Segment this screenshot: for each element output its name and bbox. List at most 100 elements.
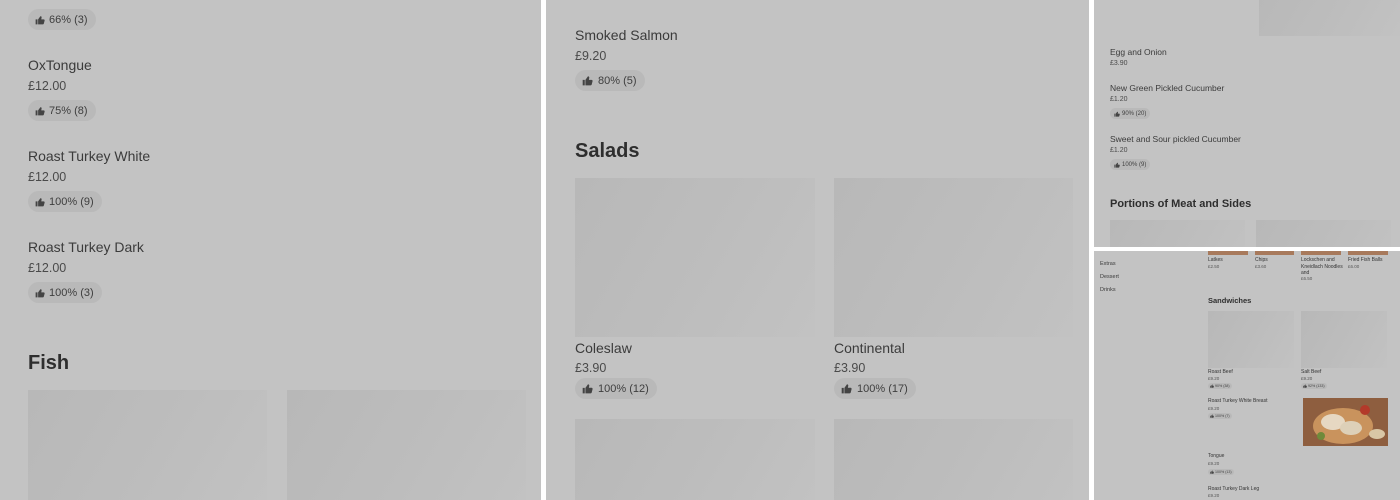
- menu-item-name[interactable]: Sweet and Sour pickled Cucumber: [1110, 134, 1241, 144]
- menu-item-price: £2.50: [1208, 264, 1220, 269]
- menu-item-name[interactable]: Lockschen and Kneidlach Noodles and: [1301, 257, 1343, 277]
- menu-item-name[interactable]: Salt Beef: [1301, 369, 1321, 375]
- rating-badge: 80% (5): [575, 70, 645, 91]
- menu-item-price: £9.20: [1208, 493, 1220, 498]
- item-image-placeholder[interactable]: [1259, 0, 1400, 36]
- sidebar-item-extras[interactable]: Extras: [1100, 261, 1116, 267]
- menu-item-price: £3.90: [575, 361, 607, 375]
- section-heading: Portions of Meat and Sides: [1110, 198, 1252, 210]
- menu-item-name[interactable]: Coleslaw: [575, 340, 632, 356]
- rating-text: 100% (7): [1215, 414, 1230, 418]
- menu-item-name[interactable]: Egg and Onion: [1110, 47, 1167, 57]
- rating-text: 90% (38): [1215, 384, 1230, 388]
- item-image-placeholder[interactable]: [1110, 220, 1245, 247]
- section-heading: Fish: [28, 352, 70, 374]
- rating-text: 80% (5): [598, 74, 637, 87]
- rating-text: 90% (20): [1122, 110, 1147, 117]
- rating-badge: 100% (9): [1110, 159, 1151, 170]
- menu-panel-pickles: Egg and Onion £3.90 New Green Pickled Cu…: [1094, 0, 1400, 247]
- rating-text: 100% (13): [1215, 470, 1232, 474]
- rating-badge: 100% (7): [1208, 413, 1232, 419]
- menu-item-price: £3.90: [1110, 60, 1128, 67]
- menu-panel-overview: Extras Dessert Drinks Latkes £2.50 Chips…: [1094, 251, 1400, 500]
- menu-item-price: £9.20: [1301, 376, 1313, 381]
- menu-item-name[interactable]: New Green Pickled Cucumber: [1110, 83, 1224, 93]
- menu-item-price: £12.00: [28, 261, 67, 275]
- rating-text: 100% (9): [49, 195, 94, 208]
- menu-item-name[interactable]: Roast Turkey Dark Leg: [1208, 486, 1259, 492]
- item-image-placeholder[interactable]: [287, 390, 526, 500]
- item-image-placeholder[interactable]: [1256, 220, 1391, 247]
- rating-badge: 100% (13): [1208, 469, 1234, 475]
- item-image-placeholder[interactable]: [834, 178, 1073, 337]
- sandwich-photo[interactable]: [1303, 398, 1388, 446]
- menu-item-price: £9.20: [1208, 376, 1220, 381]
- item-image-placeholder[interactable]: [1208, 311, 1294, 368]
- rating-badge: 92% (133): [1301, 383, 1327, 389]
- item-image-placeholder[interactable]: [834, 419, 1073, 500]
- menu-item-name[interactable]: Latkes: [1208, 257, 1248, 264]
- menu-item-price: £9.20: [1208, 406, 1220, 411]
- menu-item-name[interactable]: Chips: [1255, 257, 1295, 264]
- thumbs-up-icon: [1303, 384, 1307, 388]
- rating-text: 100% (12): [598, 382, 649, 395]
- item-image[interactable]: [1208, 251, 1248, 255]
- thumbs-up-icon: [1210, 384, 1214, 388]
- menu-item-name[interactable]: Tongue: [1208, 453, 1224, 459]
- menu-item-price: £1.20: [1110, 147, 1128, 154]
- menu-item-price: £3.60: [1255, 264, 1267, 269]
- rating-text: 92% (133): [1308, 384, 1325, 388]
- item-image-placeholder[interactable]: [28, 390, 267, 500]
- menu-item-price: £9.20: [575, 49, 607, 63]
- menu-item-name[interactable]: Roast Turkey White: [28, 148, 150, 164]
- thumbs-up-icon: [1114, 162, 1120, 168]
- thumbs-up-icon: [582, 383, 593, 394]
- thumbs-up-icon: [35, 106, 45, 116]
- rating-text: 100% (3): [49, 286, 94, 299]
- thumbs-up-icon: [35, 197, 45, 207]
- thumbs-up-icon: [35, 15, 45, 25]
- sidebar-item-drinks[interactable]: Drinks: [1100, 287, 1116, 293]
- menu-item-name[interactable]: Roast Turkey White Breast: [1208, 398, 1267, 404]
- menu-item-name[interactable]: Roast Beef: [1208, 369, 1233, 375]
- section-heading: Sandwiches: [1208, 296, 1252, 305]
- sidebar-item-dessert[interactable]: Dessert: [1100, 274, 1119, 280]
- menu-item-price: £1.20: [1110, 96, 1128, 103]
- menu-panel-meats: 66% (3) OxTongue £12.00 75% (8) Roast Tu…: [0, 0, 541, 500]
- rating-badge: 66% (3): [28, 9, 96, 30]
- menu-item-name[interactable]: Continental: [834, 340, 905, 356]
- rating-badge: 100% (17): [834, 378, 916, 399]
- item-image-placeholder[interactable]: [1301, 311, 1387, 368]
- menu-item-price: £6.50: [1301, 276, 1313, 281]
- rating-badge: 100% (9): [28, 191, 102, 212]
- item-image[interactable]: [1301, 251, 1341, 255]
- rating-text: 100% (9): [1122, 161, 1147, 168]
- rating-badge: 75% (8): [28, 100, 96, 121]
- section-heading: Salads: [575, 140, 640, 162]
- item-image-placeholder[interactable]: [575, 178, 815, 337]
- rating-badge: 90% (38): [1208, 383, 1232, 389]
- menu-item-name[interactable]: Smoked Salmon: [575, 27, 678, 43]
- rating-badge: 100% (12): [575, 378, 657, 399]
- rating-text: 100% (17): [857, 382, 908, 395]
- menu-item-name[interactable]: Fried Fish Balls: [1348, 257, 1394, 264]
- rating-badge: 100% (3): [28, 282, 102, 303]
- thumbs-up-icon: [841, 383, 852, 394]
- rating-text: 66% (3): [49, 13, 88, 26]
- thumbs-up-icon: [1210, 414, 1214, 418]
- rating-text: 75% (8): [49, 104, 88, 117]
- item-image[interactable]: [1348, 251, 1388, 255]
- menu-item-name[interactable]: OxTongue: [28, 57, 92, 73]
- menu-item-price: £12.00: [28, 170, 67, 184]
- menu-item-price: £9.20: [1208, 461, 1220, 466]
- thumbs-up-icon: [1114, 111, 1120, 117]
- rating-badge: 90% (20): [1110, 108, 1151, 119]
- thumbs-up-icon: [1210, 470, 1214, 474]
- item-image-placeholder[interactable]: [575, 419, 815, 500]
- menu-item-name[interactable]: Roast Turkey Dark: [28, 239, 144, 255]
- menu-panel-salads: Smoked Salmon £9.20 80% (5) Salads Coles…: [546, 0, 1089, 500]
- item-image[interactable]: [1255, 251, 1294, 255]
- thumbs-up-icon: [35, 288, 45, 298]
- menu-item-price: £12.00: [28, 79, 67, 93]
- thumbs-up-icon: [582, 75, 593, 86]
